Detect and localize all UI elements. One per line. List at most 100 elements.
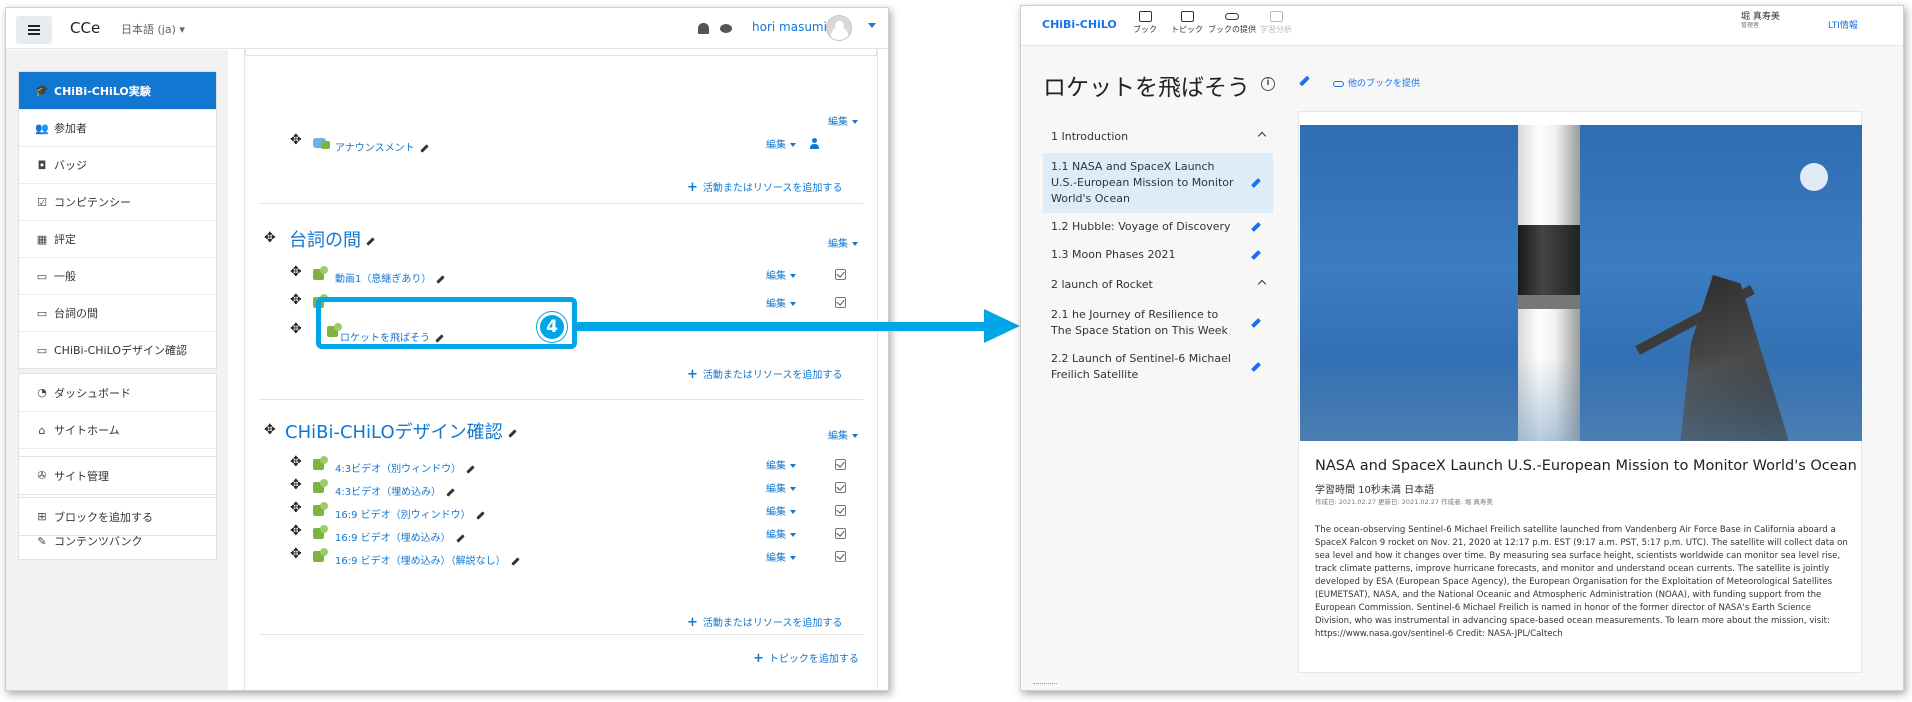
toc-topic[interactable]: 1.1 NASA and SpaceX Launch U.S.-European… xyxy=(1043,153,1273,213)
section-title[interactable]: CHiBi-CHiLOデザイン確認 xyxy=(285,418,517,444)
toolbar-topic[interactable]: トピック xyxy=(1162,11,1212,35)
pencil-icon[interactable] xyxy=(366,236,375,246)
move-icon[interactable]: ✥ xyxy=(290,133,302,147)
toc-topic[interactable]: 1.3 Moon Phases 2021 xyxy=(1043,241,1273,269)
nav-item[interactable]: 🎓 CHiBi-CHiLO実験 xyxy=(19,72,216,109)
resize-handle[interactable] xyxy=(1033,683,1057,687)
chevron-up-icon[interactable] xyxy=(1257,279,1267,288)
language-menu[interactable]: 日本語 (ja) ▾ xyxy=(121,21,185,37)
chibi-logo[interactable]: CHiBi-CHiLO xyxy=(1042,18,1117,31)
completion-checkbox[interactable] xyxy=(835,297,846,308)
add-activity-label: 活動またはリソースを追加する xyxy=(702,183,843,194)
move-icon[interactable]: ✥ xyxy=(290,455,302,469)
edit-pencil-icon[interactable] xyxy=(1251,317,1261,328)
move-icon[interactable]: ✥ xyxy=(290,265,302,279)
edit-pencil-icon[interactable] xyxy=(1251,361,1261,372)
site-name[interactable]: CCe xyxy=(70,19,100,37)
toc-section[interactable]: 1 Introduction xyxy=(1043,121,1273,153)
activity-edit-menu[interactable]: 編集 xyxy=(766,457,796,472)
edit-label: 編集 xyxy=(766,299,786,310)
user-permissions-icon[interactable] xyxy=(810,138,819,149)
edit-pencil-icon[interactable] xyxy=(1251,249,1261,260)
nav-item[interactable]: ▦ 評定 xyxy=(19,220,216,257)
activity-edit-menu[interactable]: 編集 xyxy=(766,295,796,310)
edit-pencil-icon[interactable] xyxy=(1251,221,1261,232)
activity-link[interactable]: 4:3ビデオ（別ウィンドウ） xyxy=(335,460,475,475)
toc-topic[interactable]: 2.2 Launch of Sentinel-6 Michael Freilic… xyxy=(1043,345,1273,389)
pencil-icon[interactable] xyxy=(507,428,517,438)
add-activity-link[interactable]: + 活動またはリソースを追加する xyxy=(687,179,842,195)
pencil-icon[interactable] xyxy=(510,556,520,566)
menu-toggle-button[interactable] xyxy=(16,16,52,44)
toolbar-share-book[interactable]: ブックの提供 xyxy=(1207,11,1257,35)
activity-link-announcement[interactable]: アナウンスメント xyxy=(335,139,429,154)
activity-edit-menu[interactable]: 編集 xyxy=(766,503,796,518)
nav-item[interactable]: ◘ バッジ xyxy=(19,146,216,183)
chibi-user[interactable]: 堀 真寿美 管理者 xyxy=(1741,12,1780,29)
section-edit-menu[interactable]: 編集 xyxy=(828,113,858,128)
add-activity-link[interactable]: + 活動またはリソースを追加する xyxy=(687,366,842,382)
section-title[interactable]: 台詞の間 xyxy=(289,226,375,252)
section-edit-menu[interactable]: 編集 xyxy=(828,427,858,442)
move-icon[interactable]: ✥ xyxy=(290,524,302,538)
avatar[interactable] xyxy=(826,15,852,41)
chat-icon[interactable] xyxy=(720,24,732,33)
pencil-icon[interactable] xyxy=(419,143,429,153)
activity-edit-menu[interactable]: 編集 xyxy=(766,480,796,495)
add-activity-link[interactable]: + 活動またはリソースを追加する xyxy=(687,614,842,630)
pencil-icon[interactable] xyxy=(466,464,475,474)
completion-checkbox[interactable] xyxy=(835,505,846,516)
share-other-book-link[interactable]: 他のブックを提供 xyxy=(1333,76,1420,89)
toc-section[interactable]: 2 launch of Rocket xyxy=(1043,269,1273,301)
completion-checkbox[interactable] xyxy=(835,528,846,539)
pencil-icon[interactable] xyxy=(446,487,455,497)
move-icon[interactable]: ✥ xyxy=(264,423,276,437)
bell-icon[interactable] xyxy=(698,23,709,34)
activity-link[interactable]: 4:3ビデオ（埋め込み） xyxy=(335,483,455,498)
user-menu-caret-icon[interactable] xyxy=(868,23,876,28)
activity-edit-menu[interactable]: 編集 xyxy=(766,136,796,151)
topic-meta: 学習時間 10秒未満 日本語 xyxy=(1315,485,1435,496)
lti-info-link[interactable]: LTI情報 xyxy=(1828,18,1858,31)
activity-edit-menu[interactable]: 編集 xyxy=(766,267,796,282)
pencil-icon[interactable] xyxy=(475,510,485,520)
nav-item[interactable]: ✇ サイト管理 xyxy=(19,457,216,494)
section-edit-menu[interactable]: 編集 xyxy=(828,235,858,250)
nav-item[interactable]: ▭ 台詞の間 xyxy=(19,294,216,331)
chevron-up-icon[interactable] xyxy=(1257,131,1267,141)
nav-item[interactable]: ☑ コンピテンシー xyxy=(19,183,216,220)
user-name[interactable]: hori masumi xyxy=(752,20,827,34)
move-icon[interactable]: ✥ xyxy=(290,293,302,307)
activity-link[interactable]: 16:9 ビデオ（埋め込み）（解説なし） xyxy=(335,552,520,567)
pencil-icon[interactable] xyxy=(436,274,446,284)
completion-checkbox[interactable] xyxy=(835,269,846,280)
add-topic-link[interactable]: + トピックを追加する xyxy=(753,650,859,666)
completion-checkbox[interactable] xyxy=(835,459,846,470)
edit-pencil-icon[interactable] xyxy=(1299,75,1310,87)
move-icon[interactable]: ✥ xyxy=(290,547,302,561)
nav-item[interactable]: ◔ ダッシュボード xyxy=(19,374,216,411)
completion-checkbox[interactable] xyxy=(835,551,846,562)
completion-checkbox[interactable] xyxy=(835,482,846,493)
edit-pencil-icon[interactable] xyxy=(1251,177,1261,188)
nav-item[interactable]: ⊞ ブロックを追加する xyxy=(19,498,216,535)
topic-video-thumbnail[interactable] xyxy=(1300,125,1862,441)
activity-link[interactable]: 16:9 ビデオ（別ウィンドウ） xyxy=(335,506,485,521)
toc-topic[interactable]: 1.2 Hubble: Voyage of Discovery xyxy=(1043,213,1273,241)
move-icon[interactable]: ✥ xyxy=(290,501,302,515)
activity-link[interactable]: 動画1（息継ぎあり） xyxy=(335,270,446,285)
activity-link[interactable]: 16:9 ビデオ（埋め込み） xyxy=(335,529,465,544)
toc-topic[interactable]: 2.1 he Journey of Resilience to The Spac… xyxy=(1043,301,1273,345)
info-icon[interactable]: i xyxy=(1261,77,1275,91)
move-icon[interactable]: ✥ xyxy=(290,322,302,336)
activity-edit-menu[interactable]: 編集 xyxy=(766,549,796,564)
nav-item[interactable]: 👥 参加者 xyxy=(19,109,216,146)
section-card-top xyxy=(245,48,877,56)
nav-item[interactable]: ⌂ サイトホーム xyxy=(19,411,216,448)
move-icon[interactable]: ✥ xyxy=(264,231,276,245)
nav-item[interactable]: ▭ CHiBi-CHiLOデザイン確認 xyxy=(19,331,216,368)
pencil-icon[interactable] xyxy=(455,533,465,543)
nav-item[interactable]: ▭ 一般 xyxy=(19,257,216,294)
move-icon[interactable]: ✥ xyxy=(290,478,302,492)
activity-edit-menu[interactable]: 編集 xyxy=(766,526,796,541)
